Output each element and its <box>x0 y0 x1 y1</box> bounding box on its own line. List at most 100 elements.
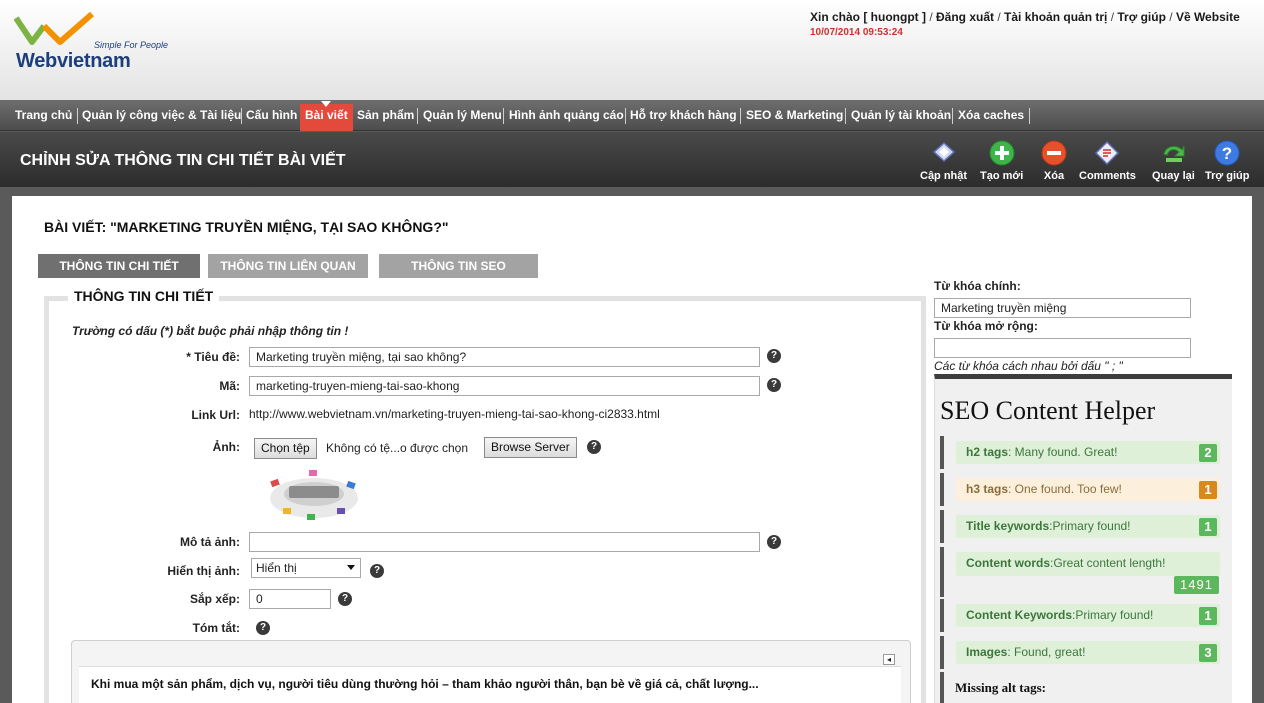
user-links: Xin chào [ huongpt ] / Đăng xuất / Tài k… <box>810 10 1240 24</box>
tab-detail-info[interactable]: THÔNG TIN CHI TIẾT <box>38 254 200 278</box>
menu-item-seo-marketing[interactable]: SEO & Marketing <box>741 104 848 131</box>
seo-item-key: h2 tags <box>966 445 1009 459</box>
show-image-select[interactable]: Hiển thị <box>251 558 361 578</box>
seo-item-h3: h3 tags: One found. Too few! 1 <box>940 473 1224 506</box>
main-menu: Trang chủ Quản lý công việc & Tài liệu C… <box>0 100 1264 131</box>
tab-related-info[interactable]: THÔNG TIN LIÊN QUAN <box>208 254 368 278</box>
back-button[interactable]: Quay lại <box>1152 140 1195 182</box>
post-heading: BÀI VIẾT: "MARKETING TRUYỀN MIỆNG, TẠI S… <box>44 219 449 235</box>
seo-item-key: h3 tags <box>966 482 1009 496</box>
seo-item-h2: h2 tags: Many found. Great! 2 <box>940 436 1224 469</box>
order-label: Sắp xếp: <box>189 592 240 606</box>
link-url-value: http://www.webvietnam.vn/marketing-truye… <box>249 407 660 421</box>
menu-item-tasks-documents[interactable]: Quản lý công việc & Tài liệu <box>77 104 246 131</box>
seo-item-text: : Many found. Great! <box>1008 445 1118 459</box>
no-file-text: Không có tệ...o được chọn <box>326 441 468 455</box>
active-menu-caret <box>321 101 331 107</box>
menu-item-clear-caches[interactable]: Xóa caches <box>953 104 1029 131</box>
comments-button[interactable]: Comments <box>1079 140 1136 182</box>
logo-tagline: Simple For People <box>94 40 169 50</box>
seo-item-text: :Primary found! <box>1049 519 1131 533</box>
code-label: Mã: <box>219 379 240 393</box>
order-help-icon[interactable]: ? <box>338 592 352 606</box>
title-input[interactable] <box>249 347 760 367</box>
menu-item-ad-images[interactable]: Hình ảnh quảng cáo <box>504 104 629 131</box>
seo-item-title-keywords: Title keywords:Primary found! 1 <box>940 510 1224 543</box>
update-button[interactable]: Cập nhật <box>920 140 967 182</box>
required-note: Trường có dấu (*) bắt buộc phải nhập thô… <box>72 324 349 338</box>
menu-item-menu-management[interactable]: Quản lý Menu <box>418 104 507 131</box>
browse-server-button[interactable]: Browse Server <box>484 437 577 458</box>
seo-row-marker <box>940 672 944 703</box>
image-label: Ảnh: <box>212 440 240 454</box>
title-help-icon[interactable]: ? <box>767 349 781 363</box>
menu-separator <box>1029 108 1030 124</box>
choose-file-button[interactable]: Chọn tệp <box>254 438 317 459</box>
website-link[interactable]: Về Website <box>1176 10 1240 24</box>
create-label: Tạo mới <box>980 170 1024 182</box>
image-help-icon[interactable]: ? <box>587 440 601 454</box>
link-separator: / <box>1165 10 1176 24</box>
order-input[interactable] <box>249 589 331 609</box>
seo-item-text: :Great content length! <box>1050 556 1166 570</box>
extended-keyword-input[interactable] <box>934 338 1191 358</box>
code-input[interactable] <box>249 376 760 396</box>
fieldset-legend: THÔNG TIN CHI TIẾT <box>68 288 220 304</box>
delete-label: Xóa <box>1043 170 1065 182</box>
seo-count-badge: 1 <box>1199 518 1217 536</box>
help-icon: ? <box>1214 140 1240 166</box>
main-keyword-input[interactable] <box>934 298 1191 318</box>
missing-alt-label: Missing alt tags: <box>955 680 1046 695</box>
seo-count-badge: 3 <box>1199 644 1217 662</box>
menu-item-customer-support[interactable]: Hỗ trợ khách hàng <box>625 104 742 131</box>
back-icon <box>1163 145 1185 162</box>
logo-mark-icon <box>13 11 94 45</box>
seo-item-content-words: Content words:Great content length! 1491 <box>940 547 1224 597</box>
menu-item-posts[interactable]: Bài viết <box>300 104 353 131</box>
seo-count-badge: 1491 <box>1174 576 1219 594</box>
link-separator: / <box>1107 10 1118 24</box>
comments-label: Comments <box>1079 170 1136 182</box>
image-alt-help-icon[interactable]: ? <box>767 535 781 549</box>
page-bar: CHỈNH SỬA THÔNG TIN CHI TIẾT BÀI VIẾT Cậ… <box>0 132 1264 187</box>
create-button[interactable]: Tạo mới <box>980 140 1023 182</box>
marketing-thumbnail-icon <box>270 470 358 520</box>
back-label: Quay lại <box>1152 170 1195 182</box>
help-label: Trợ giúp <box>1205 170 1250 182</box>
keyword-note: Các từ khóa cách nhau bởi dấu " ; " <box>934 359 1123 373</box>
menu-item-account-management[interactable]: Quản lý tài khoản <box>846 104 956 131</box>
seo-count-badge: 1 <box>1199 481 1217 499</box>
extended-keyword-label: Từ khóa mở rộng: <box>934 319 1038 333</box>
logo[interactable]: Simple For People Webvietnam <box>13 8 174 72</box>
show-image-help-icon[interactable]: ? <box>370 564 384 578</box>
title-label: * Tiêu đề: <box>186 350 240 364</box>
menu-item-config[interactable]: Cấu hình <box>241 104 302 131</box>
logo-text: Webvietnam <box>16 50 131 72</box>
image-thumbnail <box>263 464 365 524</box>
delete-button[interactable]: Xóa <box>1041 140 1067 182</box>
summary-text: Khi mua một sản phẩm, dịch vụ, người tiê… <box>91 677 759 691</box>
add-icon <box>989 140 1015 166</box>
link-url-label: Link Url: <box>191 408 240 422</box>
page-title: CHỈNH SỬA THÔNG TIN CHI TIẾT BÀI VIẾT <box>20 152 346 169</box>
seo-item-text: :Primary found! <box>1072 608 1154 622</box>
admin-account-link[interactable]: Tài khoản quản trị <box>1004 10 1107 24</box>
comments-icon <box>1095 140 1120 166</box>
seo-item-images: Images: Found, great! 3 <box>940 636 1224 669</box>
menu-item-products[interactable]: Sản phẩm <box>352 104 419 131</box>
image-alt-input[interactable] <box>249 532 760 552</box>
seo-item-key: Images <box>966 645 1008 659</box>
svg-text:?: ? <box>1222 144 1232 163</box>
code-help-icon[interactable]: ? <box>767 378 781 392</box>
greeting-link[interactable]: Xin chào [ huongpt ] <box>810 10 926 24</box>
editor-collapse-icon[interactable]: ◂ <box>883 654 895 665</box>
chevron-down-icon <box>347 565 355 570</box>
help-button[interactable]: ? Trợ giúp <box>1205 140 1249 182</box>
show-image-label: Hiển thị ảnh: <box>167 564 240 578</box>
help-link[interactable]: Trợ giúp <box>1117 10 1166 24</box>
tab-seo-info[interactable]: THÔNG TIN SEO <box>379 254 538 278</box>
summary-help-icon[interactable]: ? <box>256 621 270 635</box>
menu-item-home[interactable]: Trang chủ <box>10 104 77 131</box>
seo-item-key: Content Keywords <box>966 608 1073 622</box>
logout-link[interactable]: Đăng xuất <box>936 10 994 24</box>
